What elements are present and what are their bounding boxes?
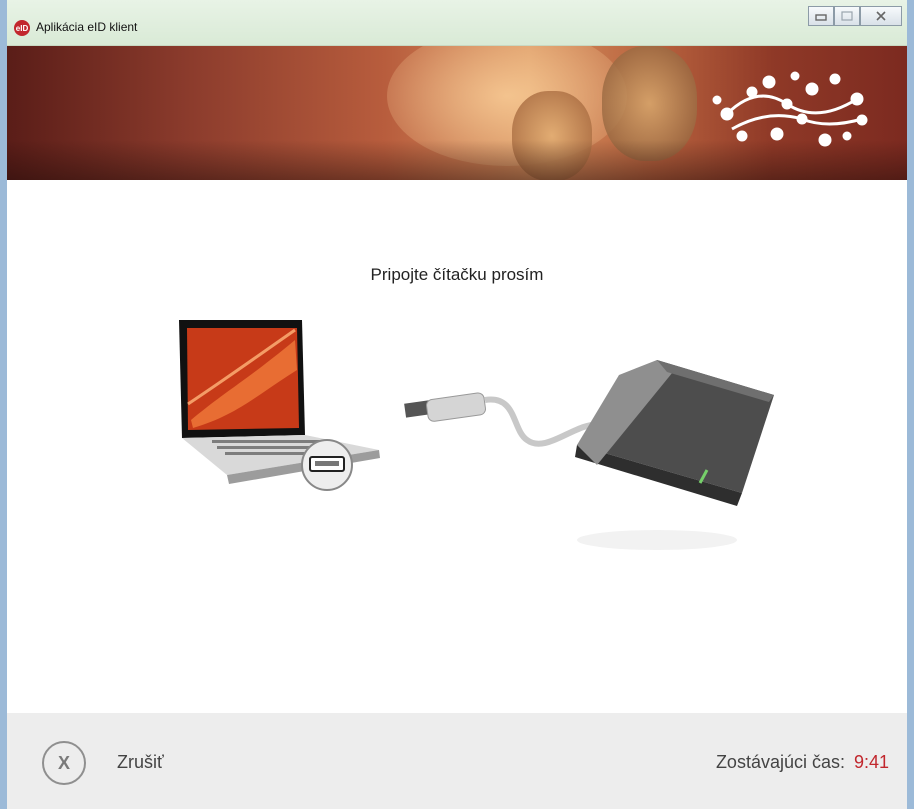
cancel-button[interactable]: Zrušiť [117, 752, 164, 773]
reader-illustration [179, 320, 774, 550]
close-icon [876, 11, 886, 21]
maximize-button[interactable] [834, 6, 860, 26]
usb-port-icon [301, 439, 353, 491]
eid-banner-logo-icon [712, 71, 868, 147]
window-controls [808, 6, 902, 26]
card-reader-icon [575, 360, 774, 550]
maximize-icon [841, 11, 853, 21]
usb-cable-icon [404, 392, 603, 447]
main-content: Pripojte čítačku prosím [7, 180, 907, 713]
minimize-icon [815, 14, 827, 21]
window-title: Aplikácia eID klient [36, 20, 138, 34]
cancel-icon[interactable]: X [42, 741, 86, 785]
remaining-time-label: Zostávajúci čas: [715, 752, 845, 772]
remaining-time-value: 9:41 [853, 752, 889, 772]
app-logo-icon: eID [14, 20, 30, 36]
connect-reader-prompt: Pripojte čítačku prosím [370, 265, 544, 284]
header-banner [7, 46, 907, 180]
footer-bar: X Zrušiť Zostávajúci čas: 9:41 [7, 713, 907, 809]
title-bar: eID Aplikácia eID klient [7, 0, 907, 46]
app-window: eID Aplikácia eID klient Pripojte čítačk… [0, 0, 914, 809]
close-button[interactable] [860, 6, 902, 26]
minimize-button[interactable] [808, 6, 834, 26]
